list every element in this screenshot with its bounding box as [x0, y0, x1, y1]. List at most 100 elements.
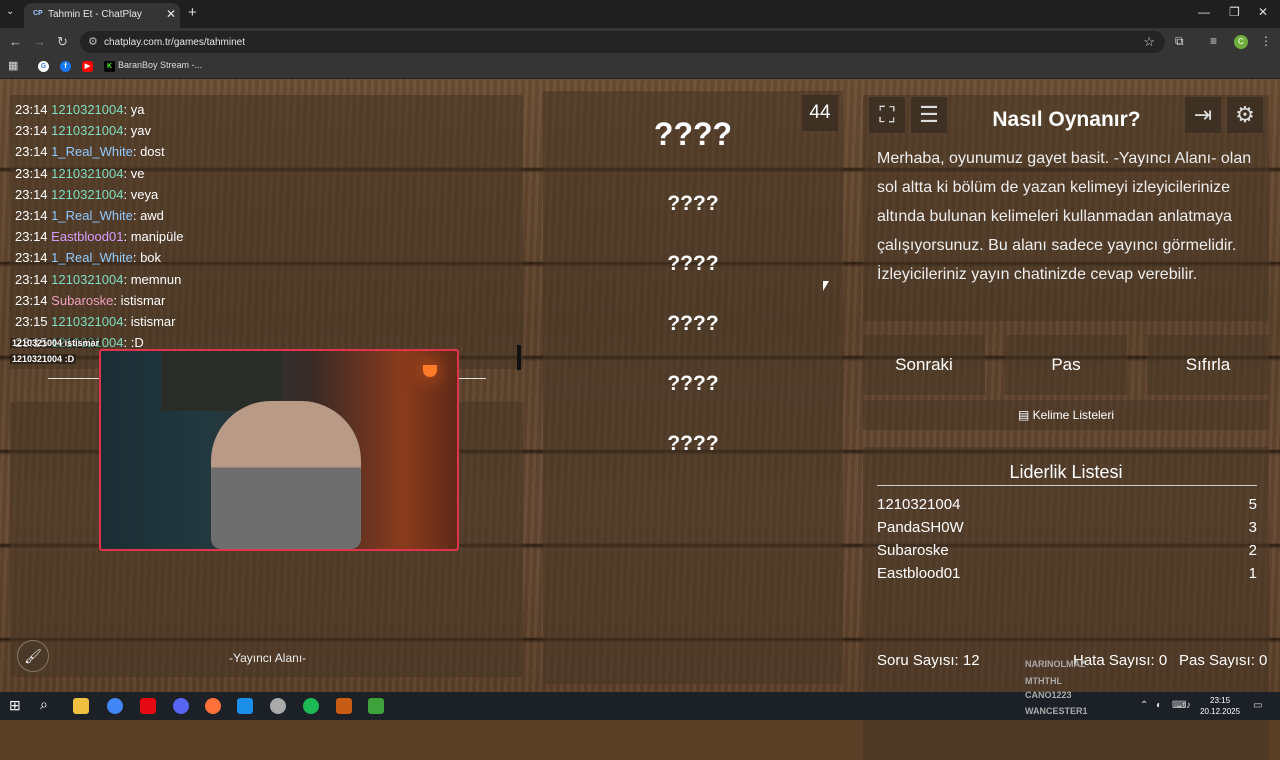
google-icon[interactable]: G — [38, 61, 49, 72]
browser-tab[interactable]: CP Tahmin Et - ChatPlay ✕ — [24, 3, 180, 28]
leaderboard-row: Eastblood01 1 — [877, 565, 1257, 582]
chat-separator: : — [123, 102, 131, 117]
tray-chevron-icon[interactable]: ⌃ — [1140, 700, 1148, 711]
chat-username[interactable]: 1_Real_White — [51, 144, 133, 159]
chat-username[interactable]: 1210321004 — [51, 102, 123, 117]
chat-message: 23:14 1210321004: yav — [15, 123, 151, 138]
app-icon[interactable] — [270, 698, 286, 714]
brush-icon[interactable]: 🖌 — [17, 640, 49, 672]
fullscreen-icon[interactable]: ⛶ — [869, 97, 905, 133]
kick-icon[interactable]: K — [104, 61, 115, 72]
tab-title: Tahmin Et - ChatPlay — [48, 9, 142, 20]
clock[interactable]: 23:15 20.12.2025 — [1200, 695, 1240, 717]
chat-username[interactable]: 1210321004 — [51, 166, 123, 181]
word-forbidden: ???? — [667, 312, 719, 335]
chat-message: 23:14 1_Real_White: dost — [15, 144, 165, 159]
bookmark-baranboy[interactable]: BaranBoy Stream -... — [118, 60, 202, 70]
extensions-icon[interactable]: ⧉ — [1175, 34, 1184, 49]
next-button[interactable]: Sonraki — [863, 335, 985, 395]
chat-time: 23:14 — [15, 165, 48, 181]
divider-line — [877, 485, 1257, 486]
chat-time: 23:14 — [15, 271, 48, 287]
bookmark-star-icon[interactable]: ☆ — [1143, 34, 1155, 50]
chat-text: ya — [130, 102, 145, 117]
restore-icon[interactable]: ❐ — [1229, 5, 1240, 19]
tray-icon[interactable]: ◐ — [1156, 700, 1162, 711]
gear-icon[interactable]: ⚙ — [1227, 97, 1263, 133]
apps-grid-icon[interactable]: ▦ — [8, 59, 18, 72]
reset-button[interactable]: Sıfırla — [1147, 335, 1269, 395]
divider-line — [456, 378, 486, 379]
chat-separator: : — [123, 314, 131, 329]
new-tab-icon[interactable]: + — [188, 4, 197, 21]
chat-message: 23:14 Subaroske: istismar — [15, 293, 165, 308]
volume-icon[interactable]: ♪ — [1186, 700, 1191, 711]
chat-username[interactable]: Eastblood01 — [51, 229, 123, 244]
chat-username[interactable]: 1210321004 — [51, 314, 123, 329]
menu-icon[interactable]: ⋮ — [1260, 34, 1272, 48]
file-explorer-icon[interactable] — [73, 698, 89, 714]
close-window-icon[interactable]: ✕ — [1258, 5, 1268, 19]
bookmarks-bar: ▦ G f ▶ K BaranBoy Stream -... — [0, 56, 1280, 79]
mouse-cursor — [823, 281, 829, 291]
minimize-icon[interactable]: — — [1198, 5, 1210, 19]
leaderboard-score: 2 — [1248, 542, 1257, 559]
spotify-icon[interactable] — [303, 698, 319, 714]
tab-search-icon[interactable]: ⌄ — [6, 6, 14, 17]
chat-separator: : — [123, 335, 131, 351]
chat-separator: : — [113, 292, 121, 308]
reload-icon[interactable]: ↻ — [57, 34, 68, 50]
leaderboard-name: Eastblood01 — [877, 565, 961, 582]
firefox-icon[interactable] — [205, 698, 221, 714]
notes-icon[interactable]: ☰ — [911, 97, 947, 133]
chat-username[interactable]: 1210321004 — [51, 272, 123, 287]
chat-username[interactable]: 1_Real_White — [51, 208, 133, 223]
word-forbidden: ???? — [667, 192, 719, 215]
chat-time: 23:14 — [15, 186, 48, 202]
chat-username[interactable]: 1_Real_White — [51, 250, 133, 265]
search-icon[interactable]: ⌕ — [40, 696, 56, 712]
leaderboard-score: 1 — [1248, 565, 1257, 582]
app-icon[interactable] — [368, 698, 384, 714]
chat-message: 23:14 1210321004: memnun — [15, 272, 181, 287]
chat-time: 23:14 — [15, 250, 48, 266]
pass-button[interactable]: Pas — [1005, 335, 1127, 395]
info-text: Merhaba, oyunumuz gayet basit. -Yayıncı … — [877, 150, 1252, 283]
chat-separator: : — [123, 271, 131, 287]
site-info-icon[interactable]: ⚙ — [88, 35, 98, 48]
chat-text: veya — [130, 186, 159, 202]
close-tab-icon[interactable]: ✕ — [166, 7, 176, 21]
chat-time: 23:14 — [15, 292, 48, 308]
profile-avatar[interactable]: C — [1234, 35, 1248, 49]
chat-username[interactable]: 1210321004 — [51, 123, 123, 138]
chat-username[interactable]: 1210321004 — [51, 187, 123, 202]
webcam-feed — [99, 349, 459, 551]
discord-icon[interactable] — [173, 698, 189, 714]
netflix-icon[interactable] — [140, 698, 156, 714]
exit-icon[interactable]: ⇥ — [1185, 97, 1221, 133]
chat-scrollbar[interactable] — [517, 345, 521, 370]
chat-text: memnun — [130, 271, 182, 287]
network-icon[interactable]: ⌨ — [1172, 700, 1186, 711]
notification-icon[interactable]: ▭ — [1253, 700, 1262, 711]
leaderboard-title: Liderlik Listesi — [1009, 462, 1123, 482]
chrome-icon[interactable] — [107, 698, 123, 714]
back-icon[interactable]: ← — [9, 34, 22, 49]
app-icon[interactable] — [237, 698, 253, 714]
chatplay-favicon-icon: CP — [33, 10, 43, 17]
forward-icon[interactable]: → — [33, 34, 46, 49]
leaderboard-score: 3 — [1248, 519, 1257, 536]
windows-start-icon[interactable]: ⊞ — [9, 697, 25, 713]
overlay-name: NARINOLMAZ — [1025, 659, 1086, 669]
chat-text: yav — [130, 123, 151, 139]
word-lists-button[interactable]: ▤ Kelime Listeleri — [863, 400, 1269, 430]
address-input[interactable]: ⚙ chatplay.com.tr/games/tahminet ☆ — [80, 31, 1165, 53]
facebook-icon[interactable]: f — [60, 61, 71, 72]
youtube-icon[interactable]: ▶ — [82, 61, 93, 72]
media-control-icon[interactable]: ≡ — [1210, 34, 1217, 48]
chat-username[interactable]: Subaroske — [51, 293, 113, 308]
divider-line — [48, 378, 100, 379]
app-icon[interactable] — [336, 698, 352, 714]
word-main: ???? — [653, 116, 733, 152]
pass-count: Pas Sayısı: 0 — [1179, 652, 1268, 669]
